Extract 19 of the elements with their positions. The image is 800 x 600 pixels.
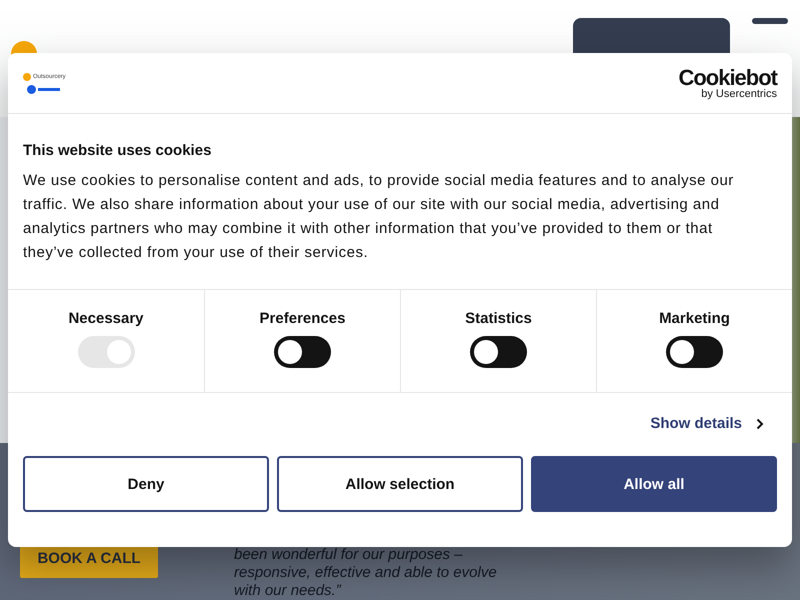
category-label: Marketing (659, 310, 730, 327)
toggle-switch[interactable] (274, 336, 331, 368)
toggle-switch[interactable] (666, 336, 723, 368)
allow-all-button[interactable]: Allow all (531, 456, 777, 512)
chevron-icon (756, 418, 764, 430)
category-label: Preferences (260, 310, 346, 327)
dialog-text: We use cookies to personalise content and ads, to provide social media features and to analyse our traffic. We also share information about your use of our site with our social media, advertising and analytics partners who may combine it with other information that you’ve provided to them or that they’ve collected from your use of their services. (23, 171, 735, 263)
partner-logo-icon (27, 84, 62, 94)
testimonial-quote: been wonderful for our purposes – responsive, effective and able to evolve with our needs.” (234, 546, 497, 600)
dialog-title: This website uses cookies (23, 142, 212, 159)
logo-icon (23, 72, 31, 80)
consent-button[interactable]: Deny (23, 456, 269, 512)
category-label: Necessary (68, 310, 144, 327)
toggle-switch[interactable] (470, 336, 527, 368)
brand-subtitle: by Usercentrics (701, 88, 777, 100)
consent-button[interactable]: Allow selection (277, 456, 523, 512)
category-label: Statistics (465, 310, 532, 327)
brand-name: Cookiebot (678, 66, 777, 88)
show-details-link[interactable]: Show details (650, 415, 764, 432)
